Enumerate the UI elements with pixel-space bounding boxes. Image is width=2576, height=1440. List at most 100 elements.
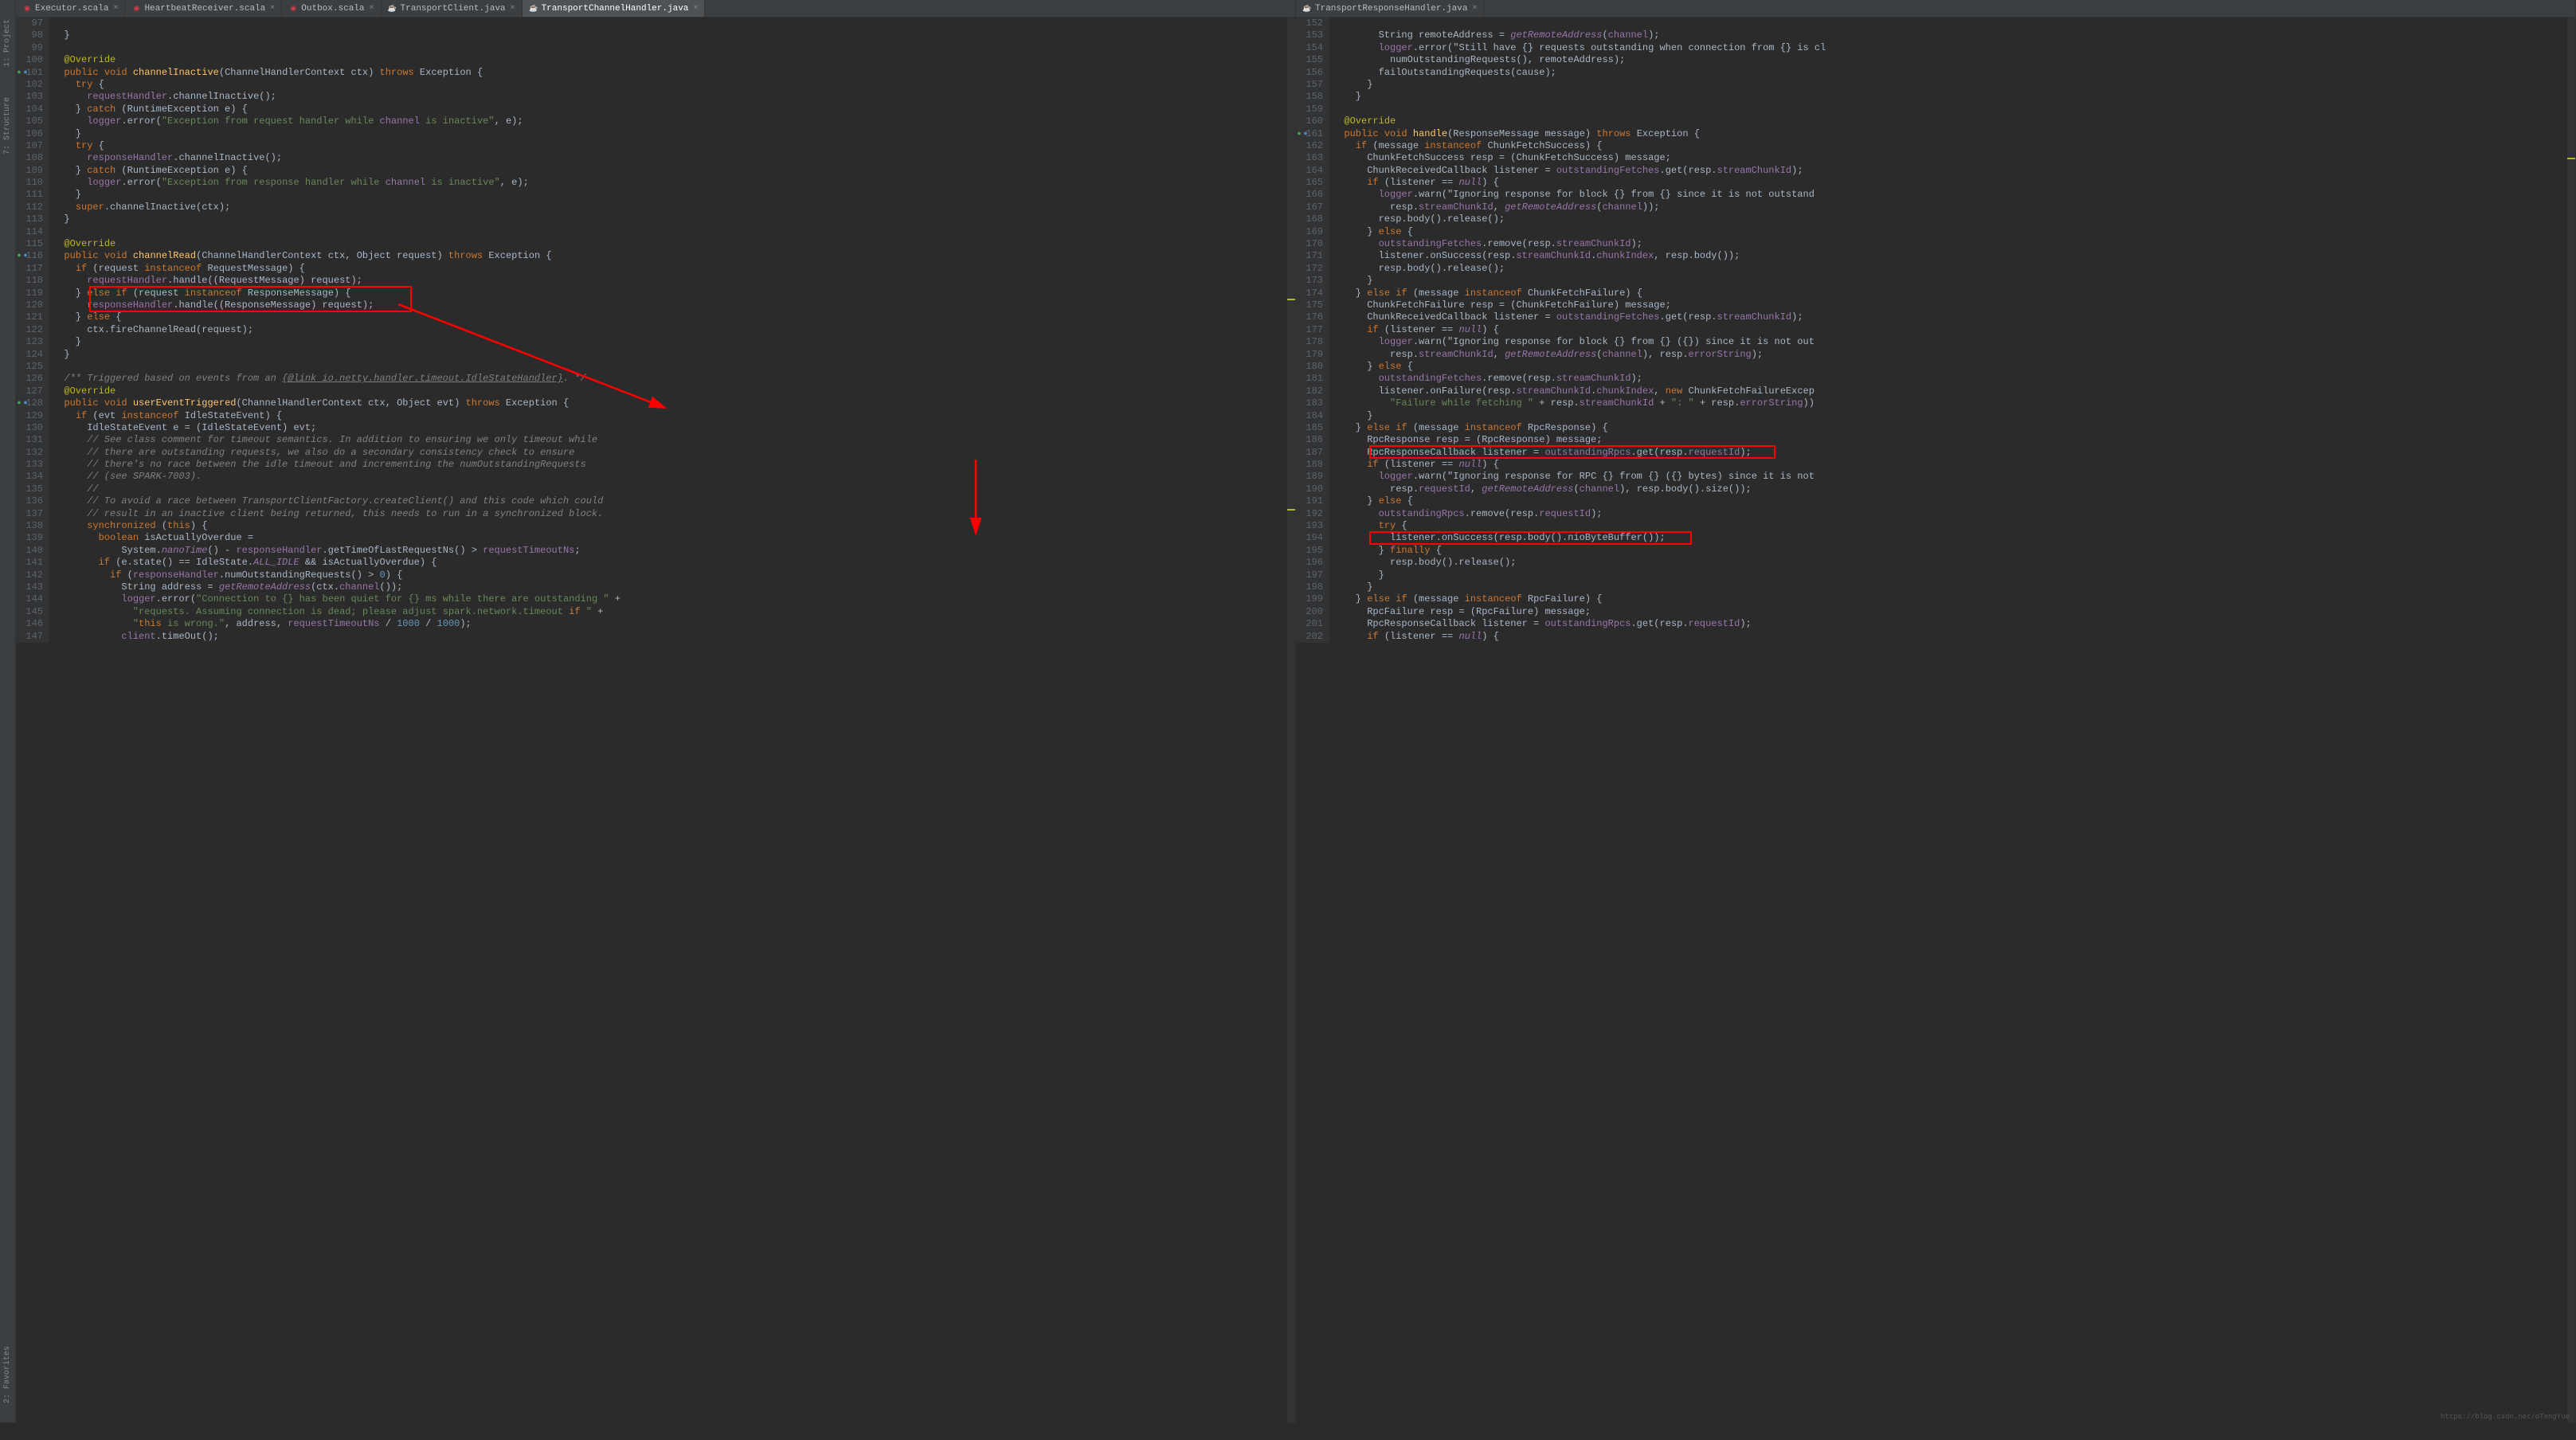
close-icon[interactable]: × — [270, 4, 275, 13]
code-line[interactable]: } catch (RuntimeException e) { — [53, 104, 1295, 115]
code-line[interactable]: ChunkReceivedCallback listener = outstan… — [1333, 311, 2575, 323]
code-line[interactable]: if (e.state() == IdleState.ALL_IDLE && i… — [53, 557, 1295, 569]
code-line[interactable]: if (listener == null) { — [1333, 631, 2575, 643]
tab-outbox-scala[interactable]: ◉Outbox.scala× — [282, 0, 381, 17]
code-line[interactable]: public void userEventTriggered(ChannelHa… — [53, 397, 1295, 409]
code-line[interactable]: // (see SPARK-7003). — [53, 471, 1295, 483]
code-line[interactable] — [53, 18, 1295, 29]
code-line[interactable]: String remoteAddress = getRemoteAddress(… — [1333, 29, 2575, 41]
code-line[interactable]: } — [1333, 410, 2575, 422]
code-line[interactable]: } else { — [1333, 495, 2575, 507]
code-line[interactable]: logger.error("Connection to {} has been … — [53, 593, 1295, 605]
code-line[interactable]: synchronized (this) { — [53, 520, 1295, 532]
tab-transportclient-java[interactable]: ☕TransportClient.java× — [382, 0, 523, 17]
close-icon[interactable]: × — [113, 4, 118, 13]
code-line[interactable]: } — [1333, 275, 2575, 287]
code-line[interactable]: } — [1333, 79, 2575, 91]
code-line[interactable]: } — [53, 213, 1295, 225]
code-line[interactable]: logger.error("Exception from response ha… — [53, 177, 1295, 189]
code-line[interactable]: logger.warn("Ignoring response for block… — [1333, 189, 2575, 201]
code-line[interactable]: responseHandler.channelInactive(); — [53, 152, 1295, 164]
code-line[interactable]: public void handle(ResponseMessage messa… — [1333, 128, 2575, 140]
code-line[interactable]: resp.requestId, getRemoteAddress(channel… — [1333, 483, 2575, 495]
code-line[interactable]: resp.streamChunkId, getRemoteAddress(cha… — [1333, 349, 2575, 361]
tab-transportchannelhandler-java[interactable]: ☕TransportChannelHandler.java× — [523, 0, 706, 17]
code-line[interactable]: if (message instanceof ChunkFetchSuccess… — [1333, 140, 2575, 152]
code-line[interactable]: resp.body().release(); — [1333, 263, 2575, 275]
right-editor[interactable]: 1521531541551561571581591601611621631641… — [1296, 18, 2575, 1422]
code-line[interactable]: resp.body().release(); — [1333, 557, 2575, 569]
code-line[interactable]: } else if (message instanceof ChunkFetch… — [1333, 288, 2575, 299]
code-line[interactable]: numOutstandingRequests(), remoteAddress)… — [1333, 54, 2575, 66]
code-line[interactable]: RpcResponseCallback listener = outstandi… — [1333, 447, 2575, 459]
code-line[interactable]: ChunkReceivedCallback listener = outstan… — [1333, 165, 2575, 177]
code-line[interactable]: @Override — [53, 385, 1295, 397]
code-line[interactable]: try { — [53, 79, 1295, 91]
code-line[interactable]: } — [53, 189, 1295, 201]
code-line[interactable]: } — [1333, 569, 2575, 581]
code-line[interactable]: // — [53, 483, 1295, 495]
code-line[interactable]: resp.streamChunkId, getRemoteAddress(cha… — [1333, 202, 2575, 213]
close-icon[interactable]: × — [1472, 4, 1477, 13]
code-line[interactable]: listener.onSuccess(resp.body().nioByteBu… — [1333, 532, 2575, 544]
code-line[interactable]: ChunkFetchSuccess resp = (ChunkFetchSucc… — [1333, 152, 2575, 164]
code-line[interactable]: try { — [1333, 520, 2575, 532]
code-line[interactable]: "requests. Assuming connection is dead; … — [53, 606, 1295, 618]
code-line[interactable]: } — [1333, 91, 2575, 103]
code-line[interactable]: // result in an inactive client being re… — [53, 508, 1295, 520]
code-line[interactable]: responseHandler.handle((ResponseMessage)… — [53, 299, 1295, 311]
code-line[interactable] — [1333, 104, 2575, 115]
code-line[interactable]: resp.body().release(); — [1333, 213, 2575, 225]
code-line[interactable]: } — [53, 336, 1295, 348]
code-line[interactable]: "this is wrong.", address, requestTimeou… — [53, 618, 1295, 630]
code-line[interactable]: // To avoid a race between TransportClie… — [53, 495, 1295, 507]
sidebar-structure[interactable]: 7: Structure — [3, 94, 12, 158]
code-line[interactable] — [1333, 18, 2575, 29]
code-line[interactable] — [53, 226, 1295, 238]
code-line[interactable]: RpcResponseCallback listener = outstandi… — [1333, 618, 2575, 630]
code-line[interactable]: @Override — [53, 54, 1295, 66]
code-line[interactable]: public void channelInactive(ChannelHandl… — [53, 67, 1295, 79]
code-line[interactable]: RpcResponse resp = (RpcResponse) message… — [1333, 434, 2575, 446]
code-line[interactable]: logger.error("Exception from request han… — [53, 115, 1295, 127]
code-line[interactable]: if (listener == null) { — [1333, 177, 2575, 189]
code-line[interactable]: if (responseHandler.numOutstandingReques… — [53, 569, 1295, 581]
code-line[interactable]: if (listener == null) { — [1333, 459, 2575, 471]
code-line[interactable]: } else if (request instanceof ResponseMe… — [53, 288, 1295, 299]
code-line[interactable]: outstandingFetches.remove(resp.streamChu… — [1333, 373, 2575, 385]
code-line[interactable]: } else if (message instanceof RpcFailure… — [1333, 593, 2575, 605]
code-line[interactable]: } — [53, 128, 1295, 140]
code-line[interactable]: if (request instanceof RequestMessage) { — [53, 263, 1295, 275]
code-line[interactable]: client.timeOut(); — [53, 631, 1295, 643]
code-line[interactable]: listener.onSuccess(resp.streamChunkId.ch… — [1333, 250, 2575, 262]
code-line[interactable]: "Failure while fetching " + resp.streamC… — [1333, 397, 2575, 409]
left-minimap[interactable] — [1287, 18, 1295, 1422]
close-icon[interactable]: × — [511, 4, 515, 13]
code-line[interactable]: // there's no race between the idle time… — [53, 459, 1295, 471]
code-line[interactable]: failOutstandingRequests(cause); — [1333, 67, 2575, 79]
code-line[interactable]: RpcFailure resp = (RpcFailure) message; — [1333, 606, 2575, 618]
code-line[interactable]: // there are outstanding requests, we al… — [53, 447, 1295, 459]
code-line[interactable]: String address = getRemoteAddress(ctx.ch… — [53, 581, 1295, 593]
code-line[interactable]: if (listener == null) { — [1333, 324, 2575, 336]
code-line[interactable]: @Override — [53, 238, 1295, 250]
code-line[interactable]: // See class comment for timeout semanti… — [53, 434, 1295, 446]
sidebar-favorites[interactable]: 2: Favorites — [3, 1343, 12, 1407]
left-editor[interactable]: 9798991001011021031041051061071081091101… — [16, 18, 1295, 1422]
code-line[interactable]: ChunkFetchFailure resp = (ChunkFetchFail… — [1333, 299, 2575, 311]
tab-transportresponsehandler-java[interactable]: ☕TransportResponseHandler.java× — [1296, 0, 1484, 17]
code-line[interactable]: /** Triggered based on events from an {@… — [53, 373, 1295, 385]
code-line[interactable]: ctx.fireChannelRead(request); — [53, 324, 1295, 336]
code-line[interactable]: } — [1333, 581, 2575, 593]
code-line[interactable]: requestHandler.handle((RequestMessage) r… — [53, 275, 1295, 287]
close-icon[interactable]: × — [370, 4, 374, 13]
right-minimap[interactable] — [2567, 18, 2575, 1422]
close-icon[interactable]: × — [693, 4, 698, 13]
code-line[interactable]: } else { — [53, 311, 1295, 323]
code-line[interactable]: super.channelInactive(ctx); — [53, 202, 1295, 213]
tab-executor-scala[interactable]: ◉Executor.scala× — [16, 0, 125, 17]
code-line[interactable]: } — [53, 349, 1295, 361]
code-line[interactable]: logger.error("Still have {} requests out… — [1333, 42, 2575, 54]
code-line[interactable]: IdleStateEvent e = (IdleStateEvent) evt; — [53, 422, 1295, 434]
left-code[interactable]: } @Override public void channelInactive(… — [49, 18, 1295, 643]
